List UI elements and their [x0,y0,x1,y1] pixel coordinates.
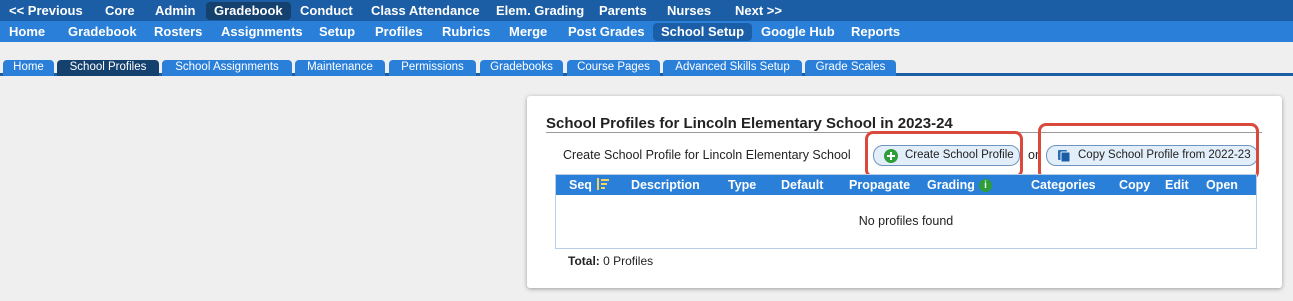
sub-nav-post-grades[interactable]: Post Grades [568,21,645,42]
create-button-highlight [865,131,1023,178]
profiles-table: Seq Description Type Default Propagate G… [555,174,1257,249]
profiles-total: Total: 0 Profiles [568,254,653,268]
total-value: 0 Profiles [603,254,654,268]
col-edit[interactable]: Edit [1165,175,1189,195]
top-nav: << Previous Core Admin Gradebook Conduct… [0,0,1293,21]
info-icon[interactable]: i [979,179,992,192]
sub-nav-assignments[interactable]: Assignments [221,21,303,42]
top-nav-admin[interactable]: Admin [155,0,195,21]
top-nav-conduct[interactable]: Conduct [300,0,353,21]
col-type[interactable]: Type [728,175,756,195]
tab-home[interactable]: Home [3,60,54,76]
tab-course-pages[interactable]: Course Pages [567,60,660,76]
top-nav-core[interactable]: Core [105,0,135,21]
top-nav-gradebook[interactable]: Gradebook [206,2,291,20]
top-nav-next[interactable]: Next >> [735,0,782,21]
col-copy[interactable]: Copy [1119,175,1150,195]
col-description[interactable]: Description [631,175,700,195]
school-profiles-panel: School Profiles for Lincoln Elementary S… [527,96,1282,288]
sub-nav-rubrics[interactable]: Rubrics [442,21,490,42]
col-open[interactable]: Open [1206,175,1238,195]
tab-permissions[interactable]: Permissions [389,60,476,76]
top-nav-parents[interactable]: Parents [599,0,647,21]
tab-strip: Home School Profiles School Assignments … [0,60,1293,76]
sub-nav-gradebook[interactable]: Gradebook [68,21,137,42]
empty-message: No profiles found [858,214,954,228]
page-title: School Profiles for Lincoln Elementary S… [546,115,953,132]
tab-maintenance[interactable]: Maintenance [295,60,385,76]
tab-grade-scales[interactable]: Grade Scales [805,60,896,76]
sub-nav-setup[interactable]: Setup [319,21,355,42]
sub-nav-home[interactable]: Home [9,21,45,42]
sort-icon[interactable] [597,178,609,190]
col-propagate[interactable]: Propagate [849,175,910,195]
col-categories[interactable]: Categories [1031,175,1096,195]
sub-nav-rosters[interactable]: Rosters [154,21,202,42]
top-nav-nurses[interactable]: Nurses [667,0,711,21]
copy-button-highlight [1038,123,1259,180]
sub-nav-profiles[interactable]: Profiles [375,21,423,42]
col-seq[interactable]: Seq [569,175,592,195]
table-header: Seq Description Type Default Propagate G… [556,175,1256,195]
top-nav-elem-grading[interactable]: Elem. Grading [496,0,584,21]
top-nav-class-attendance[interactable]: Class Attendance [371,0,480,21]
col-grading[interactable]: Grading [927,175,975,195]
total-label: Total: [568,254,600,268]
tab-advanced-skills-setup[interactable]: Advanced Skills Setup [663,60,802,76]
col-default[interactable]: Default [781,175,823,195]
sub-nav-school-setup[interactable]: School Setup [653,23,753,41]
top-nav-previous[interactable]: << Previous [9,0,83,21]
sub-nav-google-hub[interactable]: Google Hub [761,21,835,42]
sub-nav-merge[interactable]: Merge [509,21,547,42]
tab-school-assignments[interactable]: School Assignments [162,60,292,76]
sub-nav: Home Gradebook Rosters Assignments Setup… [0,21,1293,42]
sub-nav-reports[interactable]: Reports [851,21,900,42]
create-profile-text: Create School Profile for Lincoln Elemen… [563,148,851,162]
tab-school-profiles[interactable]: School Profiles [57,60,159,76]
tab-gradebooks[interactable]: Gradebooks [480,60,563,76]
